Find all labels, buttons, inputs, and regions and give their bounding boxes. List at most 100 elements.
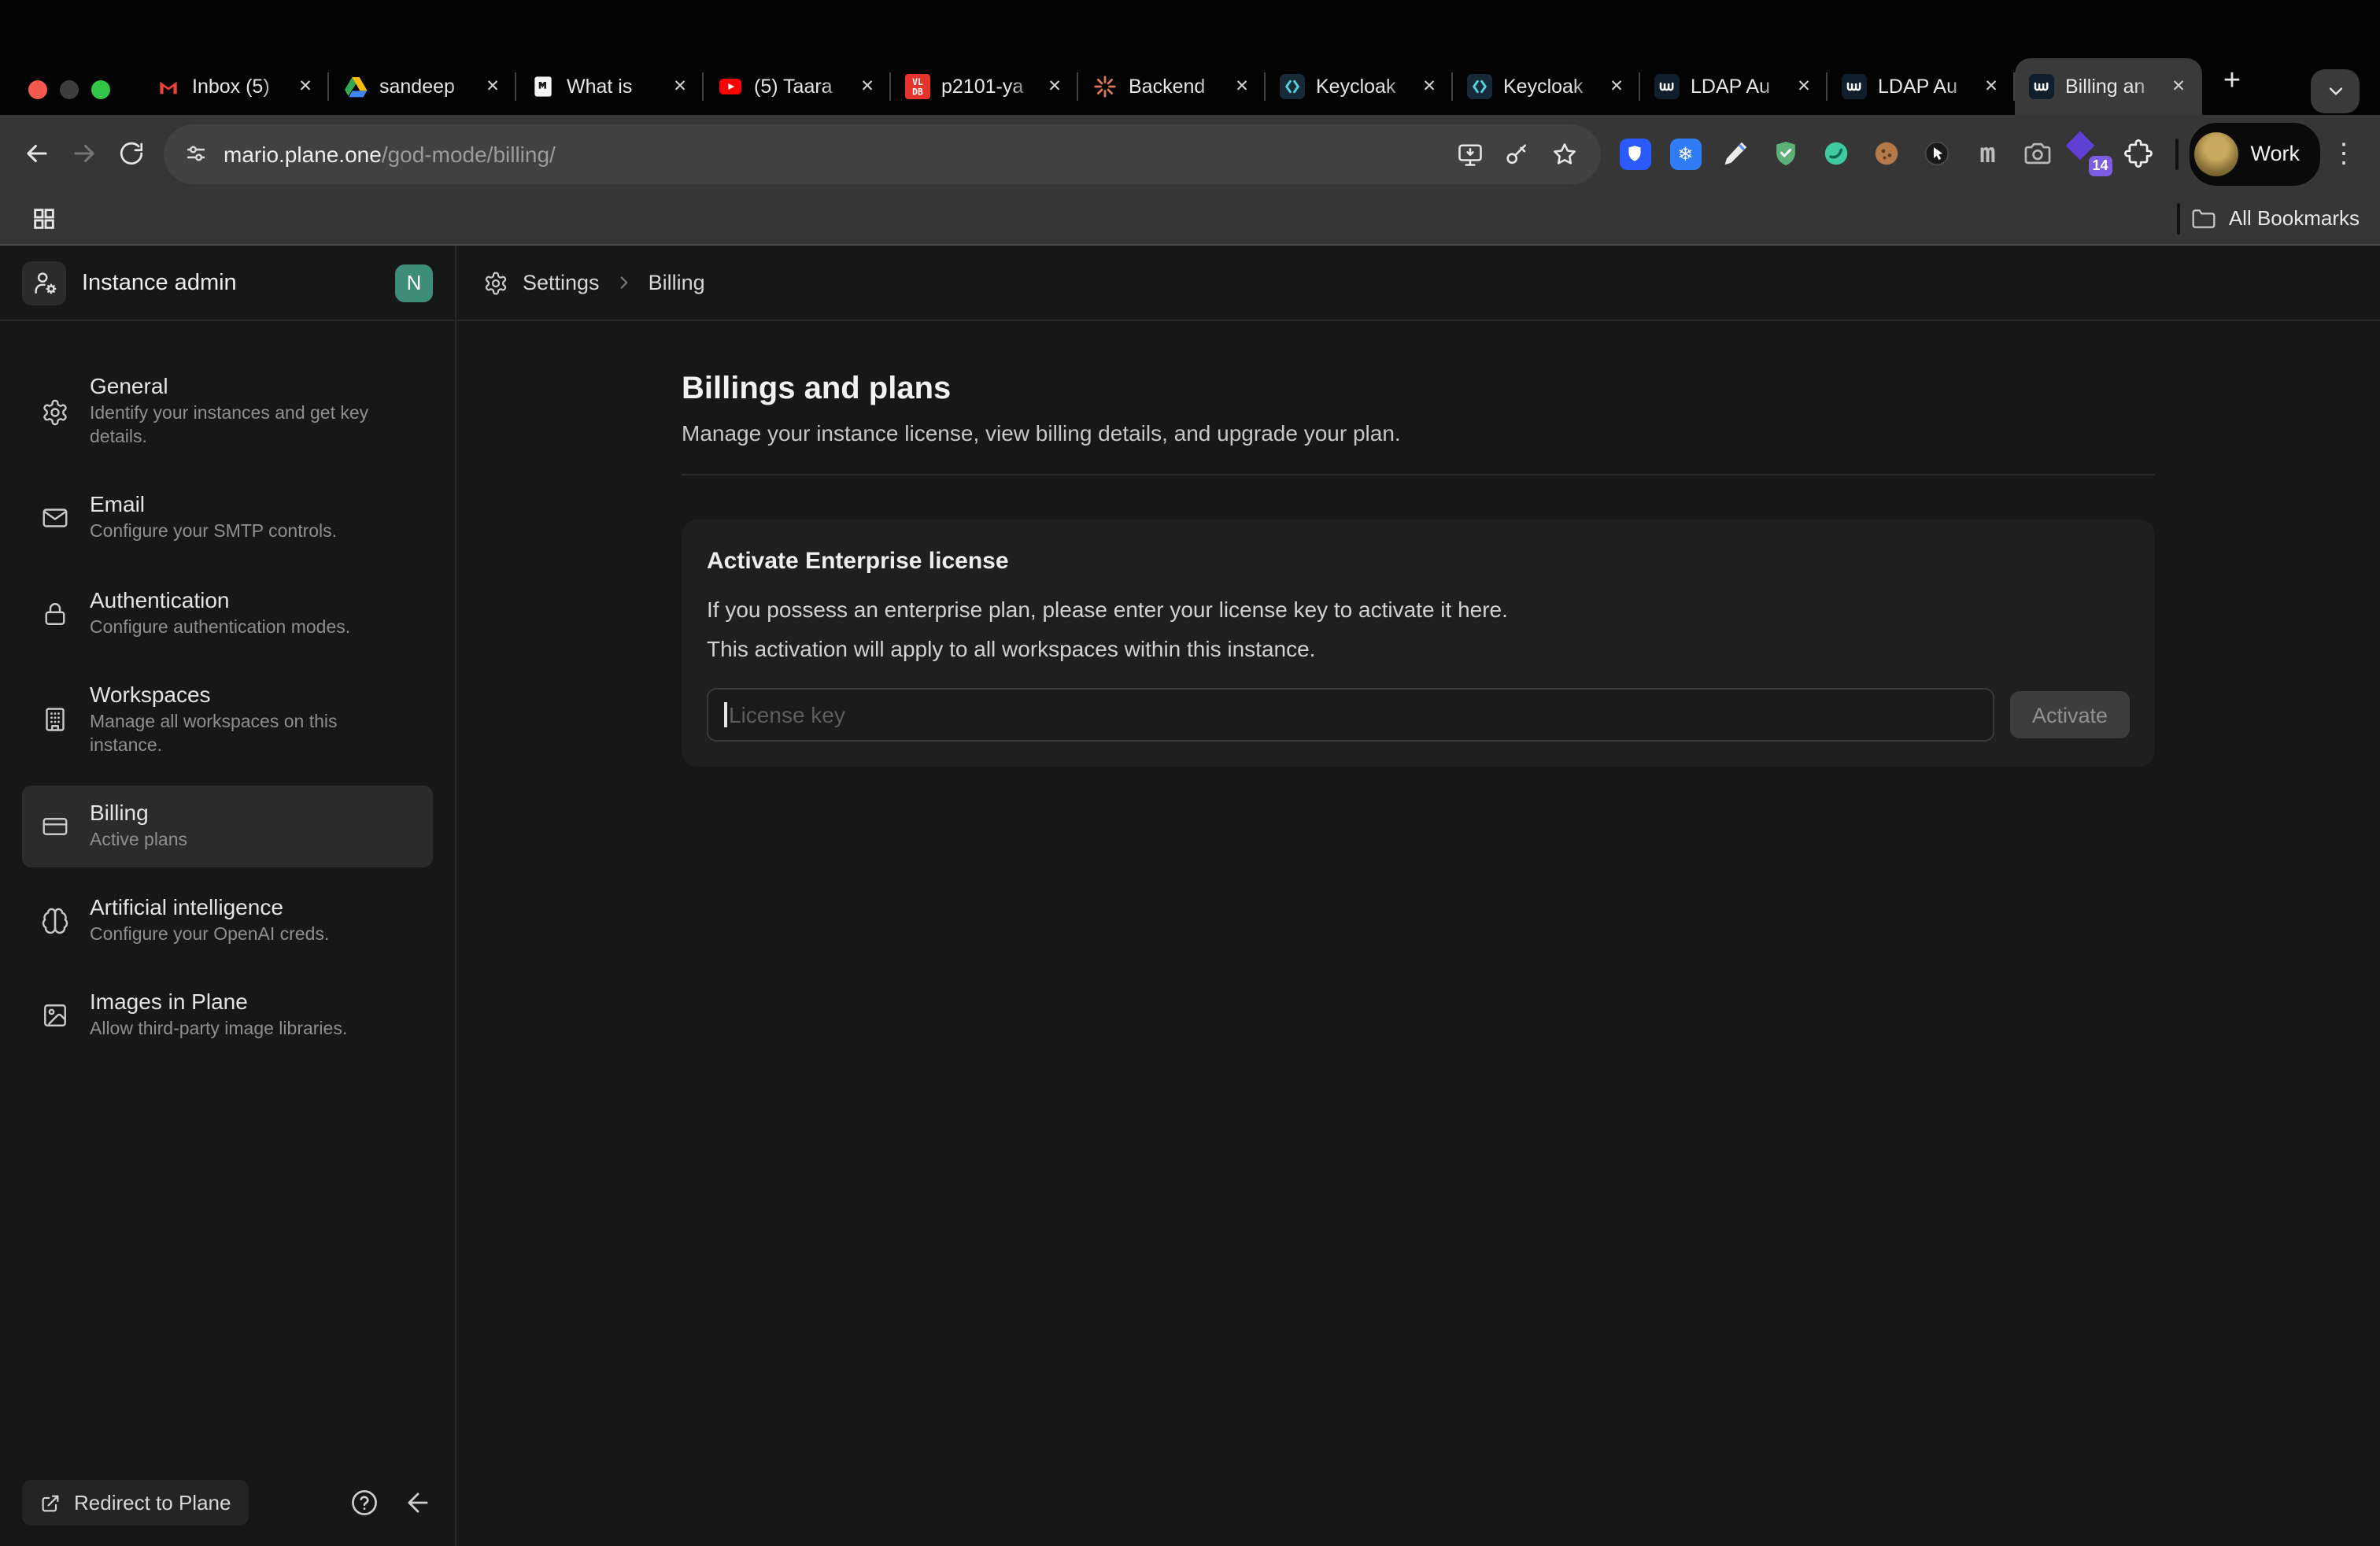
license-key-input[interactable] xyxy=(707,688,1994,742)
sidebar-header: Instance admin N xyxy=(0,246,456,321)
tab-close-icon[interactable]: ✕ xyxy=(1604,74,1629,99)
cookie-icon xyxy=(1872,139,1901,168)
tab-search-button[interactable] xyxy=(2311,69,2360,113)
zoom-window-button[interactable] xyxy=(91,80,110,99)
back-button[interactable] xyxy=(13,130,60,177)
address-bar[interactable]: mario.plane.one/god-mode/billing/ xyxy=(164,124,1600,183)
tab-close-icon[interactable]: ✕ xyxy=(1979,74,2004,99)
extension-screenshot[interactable] xyxy=(2012,128,2063,179)
window-controls[interactable] xyxy=(28,80,110,99)
extension-monkeytype[interactable]: m xyxy=(1962,128,2012,179)
tab-close-icon[interactable]: ✕ xyxy=(667,74,693,99)
apps-shortcut-button[interactable] xyxy=(20,194,68,242)
vldb-favicon-icon: VLDB xyxy=(905,74,930,99)
collapse-sidebar-button[interactable] xyxy=(403,1488,433,1518)
tab-billing-active[interactable]: Billing an ✕ xyxy=(2015,58,2202,115)
shield-check-icon xyxy=(1771,139,1801,168)
brain-icon xyxy=(41,908,69,936)
close-window-button[interactable] xyxy=(28,80,47,99)
key-icon xyxy=(1502,139,1531,168)
tab-backend[interactable]: Backend ✕ xyxy=(1078,58,1266,115)
sidebar-item-general[interactable]: General Identify your instances and get … xyxy=(22,359,433,465)
bookmark-star-button[interactable] xyxy=(1540,130,1587,177)
leaf-icon xyxy=(1821,139,1851,168)
sidebar-item-email[interactable]: Email Configure your SMTP controls. xyxy=(22,478,433,560)
profile-name: Work xyxy=(2250,142,2300,165)
install-app-button[interactable] xyxy=(1446,130,1493,177)
external-link-icon xyxy=(39,1492,61,1514)
password-manager-button[interactable] xyxy=(1493,130,1540,177)
redirect-to-plane-button[interactable]: Redirect to Plane xyxy=(22,1480,248,1526)
plane-favicon-icon xyxy=(1842,74,1867,99)
card-description-line2: This activation will apply to all worksp… xyxy=(707,636,2130,661)
snowflake-icon: ❄ xyxy=(1677,142,1693,165)
tab-vldb[interactable]: VLDB p2101-ya ✕ xyxy=(891,58,1078,115)
toolbar-separator xyxy=(2175,138,2178,169)
tab-youtube[interactable]: (5) Taara ✕ xyxy=(704,58,891,115)
extension-snowflake[interactable]: ❄ xyxy=(1660,128,1710,179)
site-settings-icon[interactable] xyxy=(172,130,219,177)
tab-close-icon[interactable]: ✕ xyxy=(855,74,880,99)
extension-adguard[interactable] xyxy=(1761,128,1811,179)
sidebar-item-artificial-intelligence[interactable]: Artificial intelligence Configure your O… xyxy=(22,880,433,962)
tab-close-icon[interactable]: ✕ xyxy=(1417,74,1442,99)
building-icon xyxy=(41,706,69,734)
card-description-line1: If you possess an enterprise plan, pleas… xyxy=(707,597,2130,622)
help-button[interactable] xyxy=(349,1488,379,1518)
tab-title: What is xyxy=(567,76,663,98)
tab-title: Keycloak xyxy=(1316,76,1412,98)
tab-close-icon[interactable]: ✕ xyxy=(1791,74,1816,99)
activate-button[interactable]: Activate xyxy=(2010,691,2130,738)
card-title: Activate Enterprise license xyxy=(707,548,2130,575)
new-tab-button[interactable]: + xyxy=(2208,58,2256,105)
tab-what-is[interactable]: What is ✕ xyxy=(516,58,704,115)
tab-drive[interactable]: sandeep ✕ xyxy=(329,58,516,115)
star-icon xyxy=(1550,139,1578,168)
url-text[interactable]: mario.plane.one/god-mode/billing/ xyxy=(224,141,556,166)
user-avatar-badge[interactable]: N xyxy=(395,264,433,301)
profile-chip[interactable]: Work xyxy=(2189,122,2320,185)
extension-purple-badge[interactable]: 14 xyxy=(2063,128,2113,179)
tab-close-icon[interactable]: ✕ xyxy=(2166,74,2191,99)
sidebar-item-images-in-plane[interactable]: Images in Plane Allow third-party image … xyxy=(22,975,433,1057)
reload-button[interactable] xyxy=(107,130,154,177)
minimize-window-button[interactable] xyxy=(60,80,79,99)
extension-cookie-manager[interactable] xyxy=(1811,128,1861,179)
lock-icon xyxy=(41,599,69,627)
tab-close-icon[interactable]: ✕ xyxy=(480,74,505,99)
breadcrumb-settings[interactable]: Settings xyxy=(523,271,600,294)
extension-cursor-recorder[interactable] xyxy=(1912,128,1962,179)
mail-icon xyxy=(41,505,69,533)
extension-cookie-editor[interactable] xyxy=(1861,128,1912,179)
sidebar-item-authentication[interactable]: Authentication Configure authentication … xyxy=(22,572,433,654)
tab-ldap-1[interactable]: LDAP Au ✕ xyxy=(1640,58,1828,115)
forward-button[interactable] xyxy=(60,130,107,177)
admin-sidebar: General Identify your instances and get … xyxy=(0,321,456,1546)
forward-arrow-icon xyxy=(68,139,98,168)
tab-keycloak-2[interactable]: Keycloak ✕ xyxy=(1453,58,1640,115)
reload-icon xyxy=(117,140,144,167)
tab-close-icon[interactable]: ✕ xyxy=(1042,74,1067,99)
sidebar-item-billing[interactable]: Billing Active plans xyxy=(22,786,433,867)
extensions-menu-button[interactable] xyxy=(2113,128,2164,179)
tab-title: sandeep xyxy=(379,76,475,98)
tab-title: Backend xyxy=(1129,76,1225,98)
tab-ldap-2[interactable]: LDAP Au ✕ xyxy=(1828,58,2015,115)
browser-window: Inbox (5) ✕ sandeep ✕ What is ✕ xyxy=(0,0,2380,1546)
pen-icon xyxy=(1720,139,1750,168)
all-bookmarks-button[interactable]: All Bookmarks xyxy=(2191,205,2360,231)
tab-title: Keycloak xyxy=(1503,76,1599,98)
tab-close-icon[interactable]: ✕ xyxy=(293,74,318,99)
text-caret xyxy=(724,702,726,727)
arrow-left-icon xyxy=(403,1488,433,1518)
extension-bitwarden[interactable] xyxy=(1609,128,1660,179)
tab-close-icon[interactable]: ✕ xyxy=(1229,74,1255,99)
tab-keycloak-1[interactable]: Keycloak ✕ xyxy=(1266,58,1453,115)
settings-gear-icon xyxy=(483,270,508,295)
browser-menu-button[interactable]: ⋮ xyxy=(2320,130,2367,177)
extension-colorpicker[interactable] xyxy=(1710,128,1761,179)
tab-inbox[interactable]: Inbox (5) ✕ xyxy=(142,58,329,115)
help-circle-icon xyxy=(349,1488,379,1518)
browser-toolbar: mario.plane.one/god-mode/billing/ ❄ m 14 xyxy=(0,115,2380,192)
sidebar-item-workspaces[interactable]: Workspaces Manage all workspaces on this… xyxy=(22,667,433,773)
